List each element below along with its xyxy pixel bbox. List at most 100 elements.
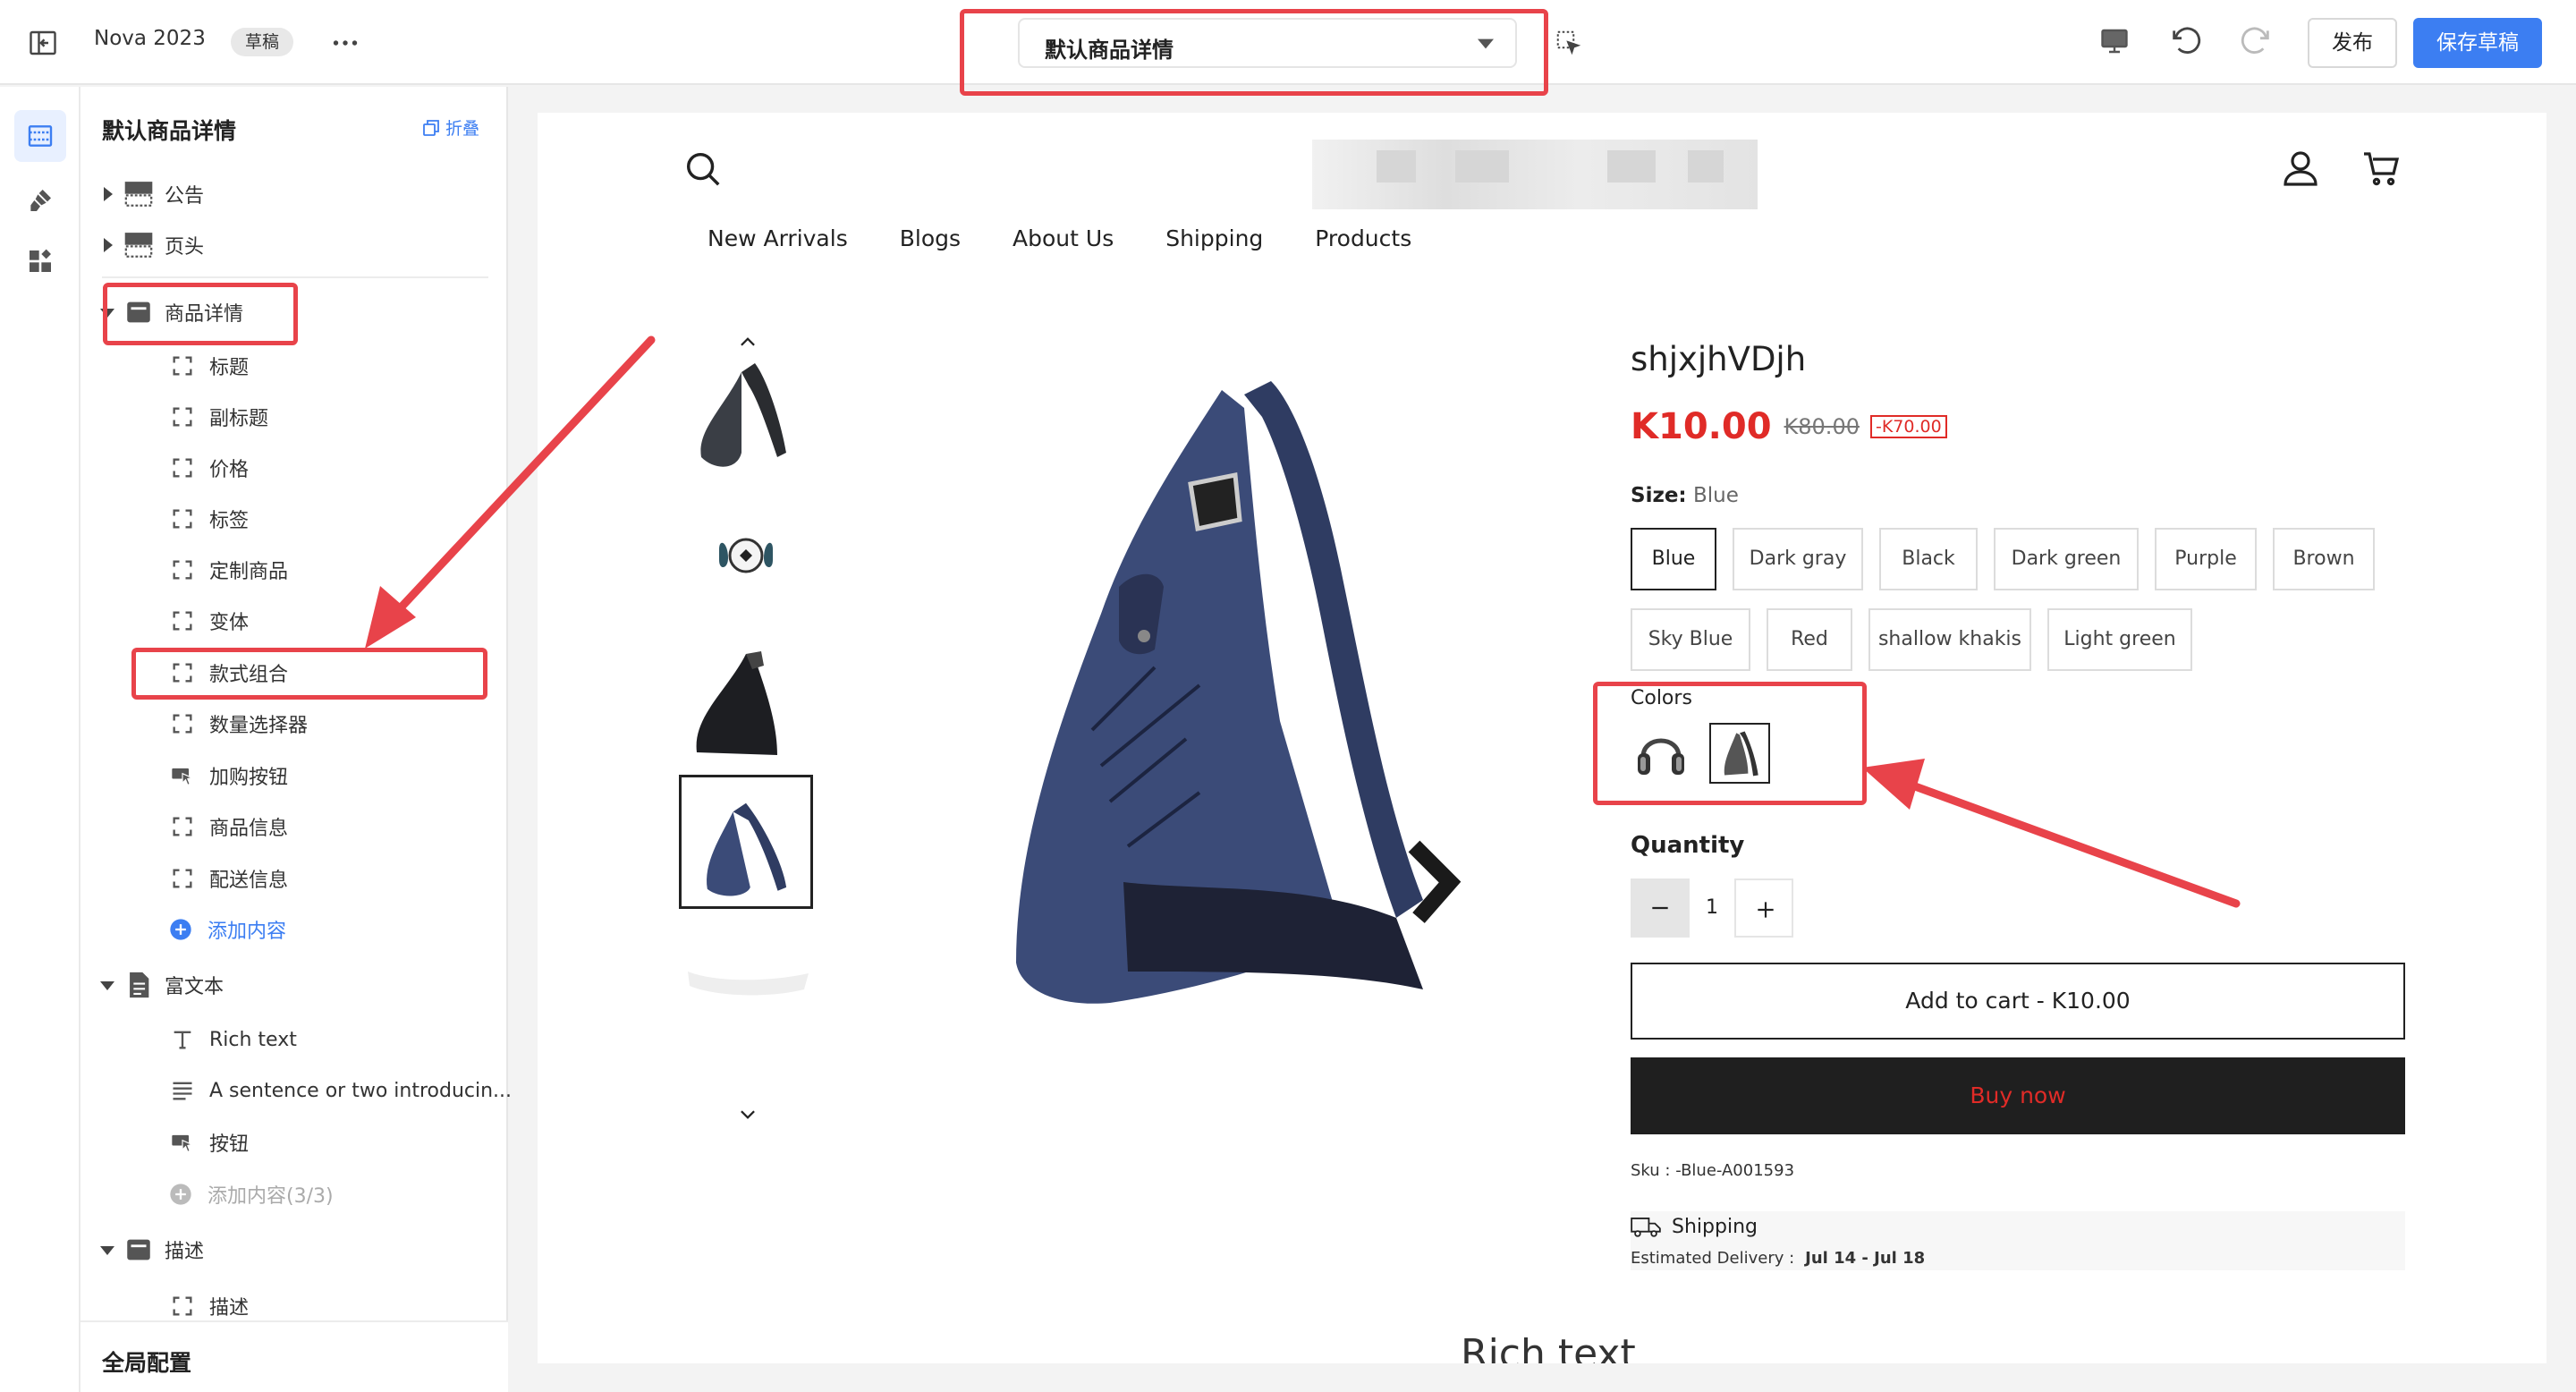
tree-block-label: 配送信息 (209, 870, 289, 892)
tree-block-label: 数量选择器 (209, 715, 309, 737)
button-block-icon (172, 1134, 194, 1153)
product-section-icon (127, 1239, 150, 1260)
buy-now-button[interactable]: Buy now (1631, 1057, 2405, 1134)
product-thumbnail[interactable] (679, 345, 813, 480)
publish-button[interactable]: 发布 (2308, 18, 2397, 68)
paragraph-icon (173, 1082, 192, 1100)
tree-block[interactable]: 描述 (170, 1288, 249, 1324)
tree-block[interactable]: A sentence or two introducin... (170, 1073, 512, 1108)
tree-block[interactable]: Rich text (170, 1022, 297, 1057)
quantity-value[interactable]: 1 (1690, 878, 1734, 938)
annotation-highlight-colors (1593, 682, 1867, 805)
nav-link[interactable]: New Arrivals (708, 225, 848, 251)
tree-block[interactable]: 副标题 (170, 399, 268, 435)
add-to-cart-button[interactable]: Add to cart - K10.00 (1631, 963, 2405, 1040)
size-option[interactable]: Light green (2047, 608, 2192, 671)
product-price: K10.00 (1631, 406, 1772, 447)
rail-theme[interactable] (14, 174, 66, 226)
tree-block-label: 变体 (209, 612, 250, 634)
product-title: shjxjhVDjh (1631, 340, 1807, 378)
search-icon[interactable] (682, 149, 724, 190)
tree-block[interactable]: 变体 (170, 603, 249, 639)
tree-block-label: 标题 (209, 357, 250, 379)
plus-circle-icon (170, 919, 191, 940)
product-thumbnail[interactable] (679, 488, 813, 623)
cart-icon[interactable] (2360, 147, 2403, 190)
tree-section-description[interactable]: 描述 (98, 1232, 204, 1268)
block-bracket-icon (173, 560, 192, 580)
tree-block[interactable]: 按钮 (170, 1125, 249, 1160)
size-option[interactable]: shallow khakis (1868, 608, 2031, 671)
tree-section-announcement[interactable]: 公告 (98, 176, 204, 212)
nav-link[interactable]: Shipping (1165, 225, 1263, 251)
size-option[interactable]: Brown (2273, 528, 2375, 590)
block-bracket-icon (173, 407, 192, 427)
add-content-button-disabled: 添加内容(3/3) (168, 1176, 334, 1212)
caret-right-icon[interactable] (98, 236, 116, 254)
size-option[interactable]: Dark green (1994, 528, 2139, 590)
store-nav: New Arrivals Blogs About Us Shipping Pro… (708, 225, 1411, 251)
desktop-preview-icon[interactable] (2098, 25, 2131, 57)
tree-section-header[interactable]: 页头 (98, 227, 204, 263)
undo-icon[interactable] (2168, 23, 2204, 59)
product-thumbnail[interactable] (679, 918, 813, 1052)
nav-link[interactable]: About Us (1013, 225, 1114, 251)
product-thumbnail-selected[interactable] (679, 775, 813, 909)
sections-icon (28, 125, 53, 147)
chevron-down-icon[interactable] (733, 1099, 763, 1129)
product-main-image[interactable] (967, 345, 1521, 1133)
add-content-label: 添加内容 (208, 921, 287, 943)
tree-block[interactable]: 价格 (170, 450, 249, 486)
document-icon (130, 972, 149, 998)
annotation-highlight-template (960, 9, 1548, 96)
block-bracket-icon (173, 869, 192, 888)
rail-sections[interactable] (14, 110, 66, 162)
exit-icon[interactable] (27, 27, 59, 59)
size-option[interactable]: Dark gray (1733, 528, 1863, 590)
tree-block[interactable]: 定制商品 (170, 552, 288, 588)
tree-block[interactable]: 加购按钮 (170, 758, 288, 794)
tree-block-label: A sentence or two introducin... (209, 1079, 513, 1102)
size-option-selected[interactable]: Blue (1631, 528, 1716, 590)
tree-section-label: 描述 (165, 1241, 205, 1263)
discount-badge: -K70.00 (1869, 415, 1947, 438)
add-content-button[interactable]: 添加内容 (168, 912, 286, 947)
tree-block[interactable]: 配送信息 (170, 861, 288, 896)
collapse-button[interactable]: 折叠 (420, 115, 479, 140)
tree-block[interactable]: 标题 (170, 348, 249, 384)
rail-apps[interactable] (14, 235, 66, 287)
tree-block[interactable]: 商品信息 (170, 809, 288, 845)
size-option[interactable]: Sky Blue (1631, 608, 1750, 671)
caret-right-icon[interactable] (98, 185, 116, 203)
app-title: Nova 2023 (94, 27, 206, 50)
size-option[interactable]: Red (1767, 608, 1852, 671)
rich-text-heading: Rich text (1461, 1331, 1636, 1363)
account-icon[interactable] (2279, 147, 2322, 190)
global-settings[interactable]: 全局配置 (80, 1320, 508, 1392)
tree-section-label: 富文本 (165, 976, 225, 998)
quantity-increase-button[interactable] (1734, 878, 1793, 938)
quantity-decrease-button[interactable] (1631, 878, 1690, 938)
block-bracket-icon (173, 509, 192, 529)
shipping-info: Shipping Estimated Delivery : Jul 14 - Ju… (1631, 1211, 2405, 1270)
annotation-highlight-section (103, 283, 298, 345)
collapse-label: 折叠 (445, 119, 480, 139)
redo-icon[interactable] (2238, 23, 2274, 59)
product-thumbnail[interactable] (679, 632, 813, 766)
nav-link[interactable]: Blogs (900, 225, 961, 251)
element-select-icon[interactable] (1555, 29, 1581, 55)
tree-block-label: 商品信息 (209, 818, 289, 840)
global-settings-label: 全局配置 (102, 1350, 192, 1376)
tree-section-rich-text[interactable]: 富文本 (98, 967, 224, 1003)
tree-block[interactable]: 标签 (170, 501, 249, 537)
size-option[interactable]: Black (1879, 528, 1978, 590)
save-draft-button[interactable]: 保存草稿 (2413, 18, 2542, 68)
nav-link[interactable]: Products (1315, 225, 1411, 251)
size-option[interactable]: Purple (2155, 528, 2257, 590)
shipping-title-label: Shipping (1672, 1215, 1758, 1238)
tree-block[interactable]: 数量选择器 (170, 706, 308, 742)
caret-down-icon[interactable] (98, 1241, 116, 1259)
caret-down-icon[interactable] (98, 976, 116, 994)
more-options-icon[interactable] (329, 27, 361, 59)
store-logo-blurred[interactable] (1312, 140, 1758, 209)
